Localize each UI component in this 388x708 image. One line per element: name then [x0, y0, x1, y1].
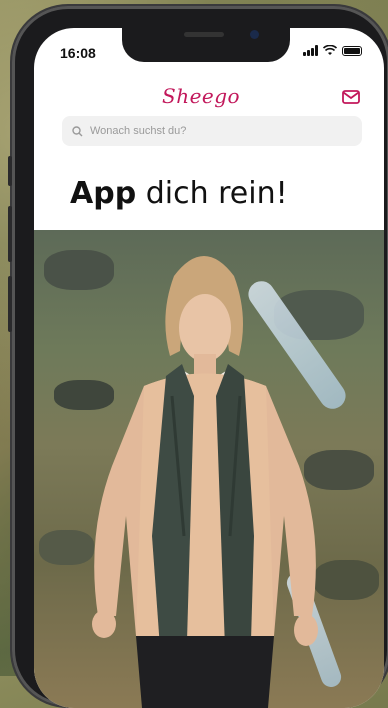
phone-mute-switch — [8, 156, 12, 186]
phone-notch — [122, 24, 290, 62]
wifi-icon — [323, 45, 337, 55]
page-headline: App dich rein! — [70, 176, 288, 211]
headline-rest: dich rein! — [136, 176, 288, 211]
search-bar[interactable] — [62, 116, 362, 146]
phone-frame: 16:08 Sheego Wonach suchst du? App dich … — [8, 6, 388, 708]
status-icons — [303, 45, 362, 56]
hero-image[interactable] — [34, 230, 384, 708]
speaker-grille — [184, 32, 224, 37]
model-person — [92, 256, 318, 708]
front-camera — [250, 30, 259, 39]
phone-volume-down — [8, 276, 12, 332]
app-screen: 16:08 Sheego Wonach suchst du? App dich … — [34, 28, 384, 708]
app-header: Sheego — [34, 72, 384, 122]
battery-icon — [342, 45, 362, 56]
phone-volume-up — [8, 206, 12, 262]
brand-logo[interactable]: Sheego — [162, 84, 240, 108]
status-time: 16:08 — [60, 45, 96, 61]
headline-bold: App — [70, 176, 137, 211]
search-input[interactable] — [88, 124, 332, 138]
cellular-signal-icon — [303, 45, 318, 56]
search-icon — [72, 125, 83, 136]
mail-icon[interactable] — [342, 90, 360, 104]
